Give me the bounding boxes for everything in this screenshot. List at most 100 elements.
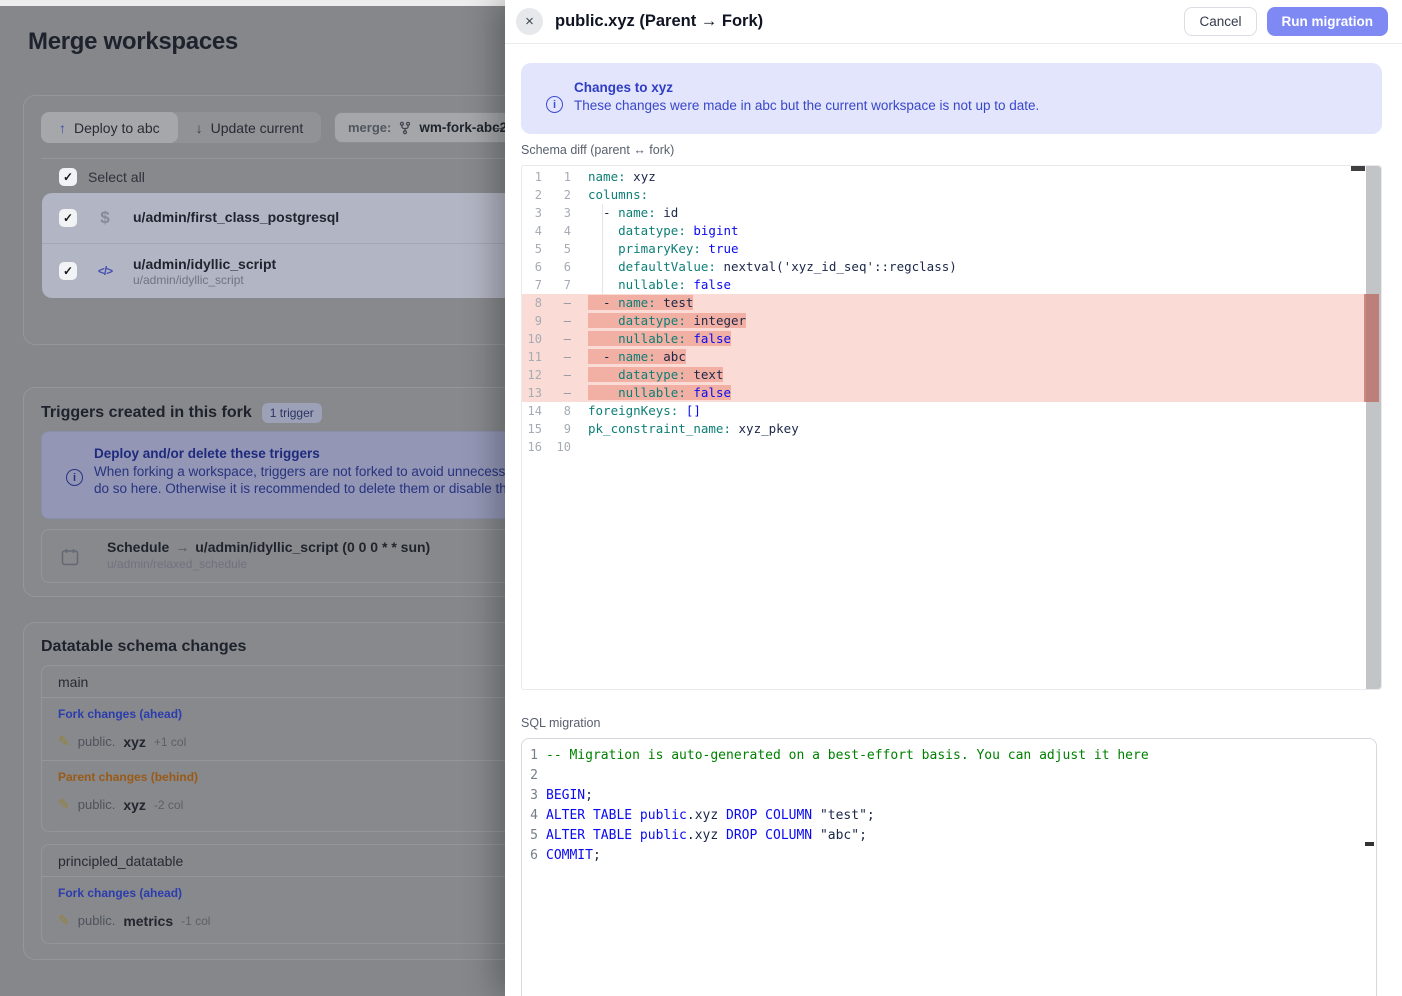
schema-name: public.: [78, 797, 116, 812]
triggers-info-title: Deploy and/or delete these triggers: [94, 446, 529, 461]
arrow-right-icon: →: [169, 539, 195, 555]
trigger-count-badge: 1 trigger: [262, 403, 322, 423]
column-delta: -2 col: [154, 798, 183, 812]
item-checkbox[interactable]: ✓: [59, 262, 77, 280]
line-number: 10: [542, 438, 571, 456]
check-icon: ✓: [63, 211, 73, 225]
sql-line: 2: [522, 766, 1376, 786]
line-number: 6: [522, 846, 538, 866]
item-subtitle: u/admin/idyllic_script: [133, 273, 276, 287]
tab-deploy-to-abc[interactable]: ↑ Deploy to abc: [41, 112, 178, 143]
line-number: 10: [522, 330, 542, 348]
diff-line: 148foreignKeys: []: [522, 402, 1381, 420]
diff-line-deleted: 8– - name: test: [522, 294, 1381, 312]
select-all-row: ✓ Select all: [59, 168, 145, 186]
sql-line: 4ALTER TABLE public.xyz DROP COLUMN "tes…: [522, 806, 1376, 826]
line-number: 9: [542, 420, 571, 438]
schema-name: public.: [78, 734, 116, 749]
diff-line-deleted: 13– nullable: false: [522, 384, 1381, 402]
sql-line: 1-- Migration is auto-generated on a bes…: [522, 746, 1376, 766]
select-all-checkbox[interactable]: ✓: [59, 168, 77, 186]
schema-diff-label: Schema diff (parent ↔ fork): [521, 143, 674, 157]
banner-body: These changes were made in abc but the c…: [574, 98, 1039, 113]
cancel-button[interactable]: Cancel: [1184, 7, 1256, 36]
line-number: 1: [542, 168, 571, 186]
select-all-label: Select all: [88, 169, 145, 185]
drawer-title: public.xyz (Parent → Fork): [555, 12, 763, 31]
sql-migration-editor[interactable]: 1-- Migration is auto-generated on a bes…: [521, 738, 1377, 996]
info-icon: i: [546, 96, 563, 113]
close-icon: ×: [525, 13, 534, 30]
screen: Merge workspaces ↑ Deploy to abc ↓ Updat…: [0, 0, 1402, 996]
line-number: 16: [522, 438, 542, 456]
diff-scrollbar[interactable]: [1366, 166, 1381, 689]
direction-toggle: ↑ Deploy to abc ↓ Update current: [41, 112, 321, 143]
line-number: 6: [542, 258, 571, 276]
overview-ruler-cursor-mark: [1351, 166, 1365, 171]
merge-label: merge:: [348, 120, 391, 135]
line-number: –: [542, 330, 571, 348]
item-checkbox[interactable]: ✓: [59, 209, 77, 227]
pencil-icon: ✎: [58, 796, 70, 813]
diff-line-deleted: 9– datatype: integer: [522, 312, 1381, 330]
line-number: 2: [522, 766, 538, 786]
sql-line: 5ALTER TABLE public.xyz DROP COLUMN "abc…: [522, 826, 1376, 846]
diff-line: 33 - name: id: [522, 204, 1381, 222]
schema-diff-editor[interactable]: 11name: xyz22columns:33 - name: id44 dat…: [521, 165, 1382, 690]
diff-line: 11name: xyz: [522, 168, 1381, 186]
diff-line: 22columns:: [522, 186, 1381, 204]
line-number: 1: [522, 168, 542, 186]
overview-ruler-deleted-mark: [1364, 294, 1379, 402]
git-fork-icon: [398, 121, 412, 135]
arrow-down-icon: ↓: [196, 120, 203, 136]
schedule-target: u/admin/idyllic_script (0 0 0 * * sun): [195, 539, 430, 555]
table-name: xyz: [123, 734, 146, 750]
item-title: u/admin/idyllic_script: [133, 256, 276, 272]
page-title: Merge workspaces: [28, 28, 238, 56]
line-number: 4: [522, 806, 538, 826]
sql-line: 3BEGIN;: [522, 786, 1376, 806]
column-delta: -1 col: [181, 914, 210, 928]
line-number: 3: [522, 204, 542, 222]
line-number: 6: [522, 258, 542, 276]
line-number: –: [542, 312, 571, 330]
line-number: –: [542, 384, 571, 402]
line-number: 4: [542, 222, 571, 240]
banner-title: Changes to xyz: [574, 80, 1039, 95]
tab-update-label: Update current: [211, 120, 304, 136]
code-icon: </>: [98, 264, 112, 278]
table-name: metrics: [123, 913, 173, 929]
datatable-title: Datatable schema changes: [41, 638, 246, 656]
tab-update-current[interactable]: ↓ Update current: [178, 112, 322, 143]
diff-line-deleted: 10– nullable: false: [522, 330, 1381, 348]
migration-drawer: × public.xyz (Parent → Fork) Cancel Run …: [505, 0, 1402, 996]
line-number: 7: [522, 276, 542, 294]
diff-line: 159pk_constraint_name: xyz_pkey: [522, 420, 1381, 438]
info-icon: i: [66, 469, 83, 486]
run-migration-button[interactable]: Run migration: [1267, 7, 1389, 36]
diff-line: 77 nullable: false: [522, 276, 1381, 294]
line-number: 1: [522, 746, 538, 766]
line-number: 5: [522, 240, 542, 258]
close-button[interactable]: ×: [516, 8, 543, 35]
column-delta: +1 col: [154, 735, 186, 749]
changes-info-banner: i Changes to xyz These changes were made…: [521, 63, 1382, 134]
line-number: 2: [542, 186, 571, 204]
diff-line-deleted: 11– - name: abc: [522, 348, 1381, 366]
line-number: 11: [522, 348, 542, 366]
dollar-icon: $: [100, 208, 109, 228]
line-number: 5: [522, 826, 538, 846]
arrow-up-icon: ↑: [59, 120, 66, 136]
check-icon: ✓: [63, 170, 73, 184]
triggers-title: Triggers created in this fork: [41, 404, 252, 422]
diff-line: 1610: [522, 438, 1381, 456]
diff-line: 44 datatype: bigint: [522, 222, 1381, 240]
schema-name: public.: [78, 913, 116, 928]
pencil-icon: ✎: [58, 733, 70, 750]
cursor-mark: [1365, 842, 1374, 846]
diff-line-deleted: 12– datatype: text: [522, 366, 1381, 384]
line-number: –: [542, 348, 571, 366]
drawer-header: × public.xyz (Parent → Fork) Cancel Run …: [505, 0, 1402, 44]
triggers-info-line: When forking a workspace, triggers are n…: [94, 463, 529, 480]
line-number: 3: [542, 204, 571, 222]
